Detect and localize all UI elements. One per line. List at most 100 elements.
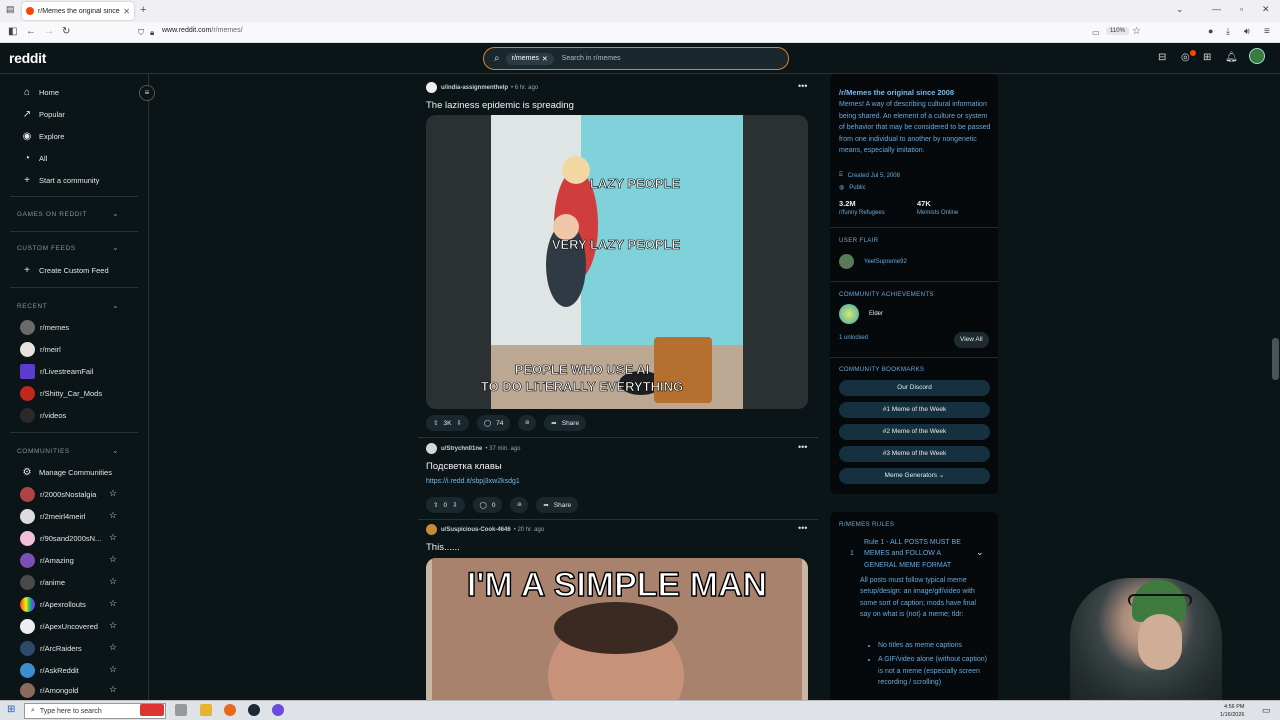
chevron-down-icon[interactable]: ⌄ bbox=[976, 547, 984, 558]
award-button[interactable]: ⍝ bbox=[518, 415, 537, 431]
communities-section-header[interactable]: COMMUNITIES bbox=[17, 448, 70, 455]
steam-icon[interactable] bbox=[248, 704, 260, 716]
favorite-star-icon[interactable]: ☆ bbox=[109, 488, 117, 499]
firefox-icon[interactable] bbox=[224, 704, 236, 716]
windows-start-icon[interactable]: ⊞ bbox=[7, 704, 15, 715]
chevron-down-icon[interactable]: ⌄ bbox=[112, 301, 119, 310]
bookmark-meme-week-2[interactable]: #2 Meme of the Week bbox=[839, 424, 990, 440]
manage-communities[interactable]: ⚙ Manage Communities bbox=[20, 464, 112, 480]
vote-control[interactable]: ⇧ 3K ⇩ bbox=[426, 415, 469, 431]
shield-icon[interactable]: ⛉ bbox=[138, 28, 144, 38]
maximize-icon[interactable]: ▫ bbox=[1240, 4, 1243, 14]
tab-list-icon[interactable]: ▤ bbox=[6, 4, 15, 15]
notifications-bell-icon[interactable]: 🔔︎ bbox=[1225, 52, 1238, 63]
recent-item[interactable]: r/meirl bbox=[20, 341, 61, 357]
back-icon[interactable]: ← bbox=[26, 26, 36, 37]
chevron-down-icon[interactable]: ⌄ bbox=[112, 243, 119, 252]
collapse-sidebar-button[interactable]: ≡ bbox=[139, 85, 155, 101]
chip-close-icon[interactable]: ✕ bbox=[542, 55, 548, 63]
share-button[interactable]: ➦ Share bbox=[536, 497, 579, 513]
download-icon[interactable]: ⤓ bbox=[1226, 26, 1230, 37]
community-item[interactable]: r/2meirl4meirl bbox=[20, 508, 85, 524]
favorite-star-icon[interactable]: ☆ bbox=[109, 576, 117, 587]
games-section-header[interactable]: GAMES ON REDDIT bbox=[17, 211, 87, 218]
search-bar[interactable]: ⌕ r/memes ✕ Search in r/memes bbox=[483, 47, 789, 70]
create-post-icon[interactable]: ⊞ bbox=[1203, 52, 1211, 63]
post-options-icon[interactable]: ••• bbox=[798, 442, 807, 452]
post-options-icon[interactable]: ••• bbox=[798, 81, 807, 91]
sidebar-item-all[interactable]: ◔ All bbox=[20, 150, 47, 166]
post-title[interactable]: Подсветка клавы bbox=[426, 461, 502, 472]
search-community-chip[interactable]: r/memes ✕ bbox=[505, 52, 554, 65]
post-title[interactable]: The laziness epidemic is spreading bbox=[426, 100, 574, 111]
post-image[interactable]: I'M A SIMPLE MAN bbox=[426, 558, 808, 700]
favorite-star-icon[interactable]: ☆ bbox=[109, 642, 117, 653]
recent-item[interactable]: r/LivestreamFail bbox=[20, 363, 93, 379]
favorite-star-icon[interactable]: ☆ bbox=[109, 554, 117, 565]
post-author[interactable]: u/Suspicious-Cook-4646 bbox=[441, 527, 511, 533]
forward-icon[interactable]: → bbox=[44, 26, 54, 37]
sidebar-toggle-icon[interactable]: ◧ bbox=[8, 26, 17, 37]
community-item[interactable]: r/ArcRaiders bbox=[20, 640, 82, 656]
post-image[interactable]: LAZY PEOPLE VERY LAZY PEOPLE PEOPLE WHO … bbox=[426, 115, 808, 409]
extension-icon[interactable]: ● bbox=[1208, 26, 1213, 36]
upvote-icon[interactable]: ⇧ bbox=[433, 501, 438, 509]
lock-icon[interactable]: 🔒︎ bbox=[150, 28, 154, 38]
post-author[interactable]: u/india-assignmenthelp bbox=[441, 85, 508, 91]
post-author-avatar[interactable] bbox=[426, 443, 437, 454]
community-item[interactable]: r/ApexUncovered bbox=[20, 618, 98, 634]
obs-icon[interactable] bbox=[272, 704, 284, 716]
bookmark-discord[interactable]: Our Discord bbox=[839, 380, 990, 396]
tab-dropdown-icon[interactable]: ⌄ bbox=[1176, 4, 1184, 15]
scrollbar-thumb[interactable] bbox=[1272, 338, 1279, 380]
post-title[interactable]: This...... bbox=[426, 542, 460, 553]
chevron-down-icon[interactable]: ⌄ bbox=[112, 209, 119, 218]
post-author-avatar[interactable] bbox=[426, 82, 437, 93]
scrollbar-track[interactable] bbox=[1271, 74, 1280, 700]
new-tab-icon[interactable]: + bbox=[140, 4, 146, 16]
community-item[interactable]: r/AskReddit bbox=[20, 662, 79, 678]
recent-section-header[interactable]: RECENT bbox=[17, 303, 47, 310]
reload-icon[interactable]: ↻ bbox=[62, 26, 70, 37]
achievement[interactable]: Elder bbox=[839, 304, 883, 324]
recent-item[interactable]: r/Shitty_Car_Mods bbox=[20, 385, 102, 401]
close-tab-icon[interactable]: ✕ bbox=[123, 7, 130, 16]
share-button[interactable]: ➦ Share bbox=[544, 415, 587, 431]
comments-button[interactable]: ◯ 0 bbox=[472, 497, 503, 513]
sidebar-item-explore[interactable]: ◉ Explore bbox=[20, 128, 65, 144]
post-link[interactable]: https://i.redd.it/sbpj3xw2ksdg1 bbox=[426, 478, 520, 485]
rule-title[interactable]: Rule 1 - ALL POSTS MUST BE MEMES and FOL… bbox=[864, 537, 970, 571]
downvote-icon[interactable]: ⇩ bbox=[456, 419, 461, 427]
advertise-icon[interactable]: ⊟ bbox=[1158, 52, 1166, 63]
favorite-star-icon[interactable]: ☆ bbox=[109, 620, 117, 631]
reader-view-icon[interactable]: ▭ bbox=[1092, 28, 1100, 37]
address-bar[interactable]: www.reddit.com/r/memes/ bbox=[162, 27, 243, 34]
community-item[interactable]: r/Amazing bbox=[20, 552, 74, 568]
chat-icon[interactable]: ◎ bbox=[1181, 52, 1190, 63]
sidebar-item-popular[interactable]: ↗ Popular bbox=[20, 106, 65, 122]
sidebar-item-home[interactable]: ⌂ Home bbox=[20, 84, 59, 100]
downvote-icon[interactable]: ⇩ bbox=[452, 501, 457, 509]
zoom-level[interactable]: 110% bbox=[1106, 27, 1129, 35]
community-item[interactable]: r/2000sNostalgia bbox=[20, 486, 96, 502]
user-flair[interactable]: YeetSupreme92 bbox=[839, 254, 907, 269]
community-item[interactable]: r/Amongold bbox=[20, 682, 78, 698]
reddit-logo[interactable]: reddit bbox=[9, 50, 46, 66]
community-item[interactable]: r/anime bbox=[20, 574, 65, 590]
browser-tab[interactable]: r/Memes the original since 20 ✕ bbox=[22, 2, 134, 20]
recent-item[interactable]: r/memes bbox=[20, 319, 69, 335]
favorite-star-icon[interactable]: ☆ bbox=[109, 532, 117, 543]
post-options-icon[interactable]: ••• bbox=[798, 523, 807, 533]
minimize-icon[interactable]: — bbox=[1212, 4, 1221, 14]
upvote-icon[interactable]: ⇧ bbox=[433, 419, 438, 427]
bookmark-meme-week-3[interactable]: #3 Meme of the Week bbox=[839, 446, 990, 462]
community-item[interactable]: r/Apexrollouts bbox=[20, 596, 86, 612]
favorite-star-icon[interactable]: ☆ bbox=[109, 684, 117, 695]
post-author-avatar[interactable] bbox=[426, 524, 437, 535]
favorite-star-icon[interactable]: ☆ bbox=[109, 510, 117, 521]
favorite-star-icon[interactable]: ☆ bbox=[109, 664, 117, 675]
bookmark-meme-week-1[interactable]: #1 Meme of the Week bbox=[839, 402, 990, 418]
menu-icon[interactable]: ≡ bbox=[1264, 26, 1270, 37]
bookmark-star-icon[interactable]: ☆ bbox=[1132, 26, 1141, 37]
post-author[interactable]: u/Strychn01ne bbox=[441, 446, 482, 452]
